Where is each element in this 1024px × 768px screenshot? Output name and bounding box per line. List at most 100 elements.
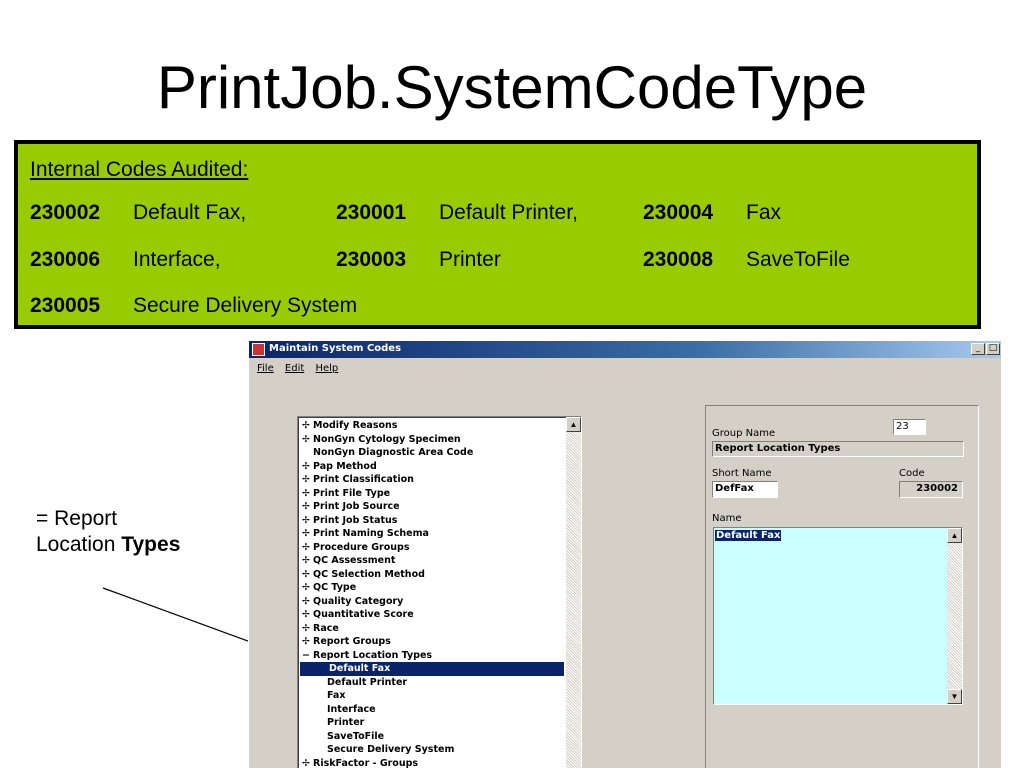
name-selected-text: Default Fax <box>715 530 782 541</box>
tree-item[interactable]: Default Printer <box>298 676 564 690</box>
expand-icon[interactable]: ✢ <box>302 635 313 649</box>
expand-icon[interactable]: ✢ <box>302 568 313 582</box>
tree-list: ✢ Modify Reasons ✢ NonGyn Cytology Specimen… <box>298 419 564 768</box>
tree-item[interactable]: ✢ Print Naming Schema <box>298 527 564 541</box>
tree-item[interactable]: ✢ QC Selection Method <box>298 568 564 582</box>
code-label: SaveToFile <box>746 248 850 271</box>
tree-item-label: Secure Delivery System <box>327 744 455 755</box>
tree-item-label: Default Printer <box>327 676 408 688</box>
tree-item[interactable]: SaveToFile <box>298 730 564 744</box>
expand-icon[interactable]: ✢ <box>302 541 313 555</box>
code-entry: 230006 Interface, <box>30 248 221 272</box>
expand-icon[interactable]: ✢ <box>302 622 313 636</box>
group-id-field[interactable]: 23 <box>893 419 926 435</box>
tree-item-label: Interface <box>327 703 376 715</box>
expand-icon[interactable]: ✢ <box>302 473 313 487</box>
codes-heading: Internal Codes Audited: <box>30 158 249 181</box>
expand-icon[interactable]: ✢ <box>302 581 313 595</box>
tree-item-label: Fax <box>327 690 346 701</box>
tree-item[interactable]: ✢ Procedure Groups <box>298 541 564 555</box>
tree-item[interactable]: ✢ QC Assessment <box>298 554 564 568</box>
group-name-field[interactable]: Report Location Types <box>712 441 964 457</box>
tree-item[interactable]: ✢ Modify Reasons <box>298 419 564 433</box>
tree-item[interactable]: Interface <box>298 703 564 717</box>
name-scroll-down-button[interactable]: ▼ <box>947 689 962 704</box>
system-code-tree[interactable]: ✢ Modify Reasons ✢ NonGyn Cytology Specimen… <box>297 416 582 768</box>
expand-icon[interactable]: ✢ <box>302 419 313 433</box>
tree-item[interactable]: ✢ Race <box>298 622 564 636</box>
tree-item-label: RiskFactor - Groups <box>313 757 419 768</box>
short-name-input[interactable]: DefFax <box>712 481 778 498</box>
expand-icon[interactable]: ✢ <box>302 608 313 622</box>
code-label: Interface, <box>133 248 221 271</box>
expand-icon[interactable]: ✢ <box>302 500 313 514</box>
tree-item[interactable]: Printer <box>298 716 564 730</box>
tree-item-label: QC Type <box>313 582 357 593</box>
tree-item[interactable]: ✢ Print Job Status <box>298 514 564 528</box>
tree-item[interactable]: ✢ Print Job Source <box>298 500 564 514</box>
tree-item-label: Report Groups <box>313 636 391 647</box>
tree-item-label: QC Assessment <box>313 555 396 566</box>
tree-item[interactable]: NonGyn Diagnostic Area Code <box>298 446 564 460</box>
expand-icon[interactable]: ✢ <box>302 527 313 541</box>
tree-item[interactable]: Fax <box>298 689 564 703</box>
group-name-label: Group Name <box>712 428 776 439</box>
tree-item[interactable]: − Report Location Types <box>298 649 564 663</box>
expand-icon[interactable]: ✢ <box>302 554 313 568</box>
code-entry: 230001 Default Printer, <box>336 201 578 225</box>
tree-item[interactable]: ✢ Report Groups <box>298 635 564 649</box>
code-entry: 230004 Fax <box>643 201 781 225</box>
tree-item[interactable]: ✢ Print Classification <box>298 473 564 487</box>
expand-icon[interactable]: ✢ <box>302 433 313 447</box>
code-label: Default Printer, <box>439 201 578 224</box>
tree-item-label: NonGyn Cytology Specimen <box>313 433 461 445</box>
tree-item-label: NonGyn Diagnostic Area Code <box>313 447 474 458</box>
tree-item[interactable]: ✢ RiskFactor - Groups <box>298 757 564 768</box>
tree-item-label: Printer <box>327 717 365 728</box>
tree-item[interactable]: ✢ Print File Type <box>298 487 564 501</box>
tree-item[interactable]: Secure Delivery System <box>298 743 564 757</box>
menu-help[interactable]: Help <box>315 363 338 374</box>
window-titlebar[interactable]: Maintain System Codes _ □ <box>249 341 1001 358</box>
annotation-line2: Location Types <box>36 532 180 558</box>
collapse-icon[interactable]: − <box>302 649 313 663</box>
code-number: 230008 <box>643 248 714 271</box>
tree-item-label: Print File Type <box>313 487 391 499</box>
tree-item[interactable]: Default Fax <box>300 662 564 676</box>
tree-item[interactable]: ✢ QC Type <box>298 581 564 595</box>
tree-item-label: QC Selection Method <box>313 568 425 580</box>
tree-scrollbar[interactable]: ▲ <box>566 417 581 768</box>
expand-icon[interactable]: ✢ <box>302 487 313 501</box>
tree-item-label: Procedure Groups <box>313 541 410 553</box>
code-entry: 230002 Default Fax, <box>30 201 246 225</box>
expand-icon[interactable]: ✢ <box>302 757 313 768</box>
annotation-line1: = Report <box>36 507 118 530</box>
expand-icon[interactable]: ✢ <box>302 595 313 609</box>
tree-item[interactable]: ✢ NonGyn Cytology Specimen <box>298 433 564 447</box>
code-label: Secure Delivery System <box>133 294 358 317</box>
code-label: Printer <box>439 248 501 271</box>
window-title: Maintain System Codes <box>269 343 402 354</box>
scroll-up-button[interactable]: ▲ <box>566 417 581 432</box>
tree-item[interactable]: ✢ Quantitative Score <box>298 608 564 622</box>
expand-icon[interactable]: ✢ <box>302 514 313 528</box>
name-textarea[interactable]: Default Fax ▲ ▼ <box>713 527 963 705</box>
menu-edit[interactable]: Edit <box>285 363 304 374</box>
maximize-button[interactable]: □ <box>986 343 1000 355</box>
menu-file[interactable]: File <box>257 363 274 374</box>
tree-item[interactable]: ✢ Quality Category <box>298 595 564 609</box>
code-entry: 230008 SaveToFile <box>643 248 850 272</box>
expand-icon[interactable]: ✢ <box>302 460 313 474</box>
tree-item-label: Report Location Types <box>313 649 433 661</box>
tree-item-label: Print Classification <box>313 474 414 485</box>
code-label: Code <box>899 468 925 479</box>
code-label: Default Fax, <box>133 201 247 224</box>
tree-item-label: Print Job Status <box>313 514 398 526</box>
minimize-button[interactable]: _ <box>971 343 985 355</box>
short-name-label: Short Name <box>712 468 772 479</box>
name-scroll-up-button[interactable]: ▲ <box>947 528 962 543</box>
tree-item[interactable]: ✢ Pap Method <box>298 460 564 474</box>
tree-item-label: Quantitative Score <box>313 609 414 620</box>
code-field[interactable]: 230002 <box>899 481 963 498</box>
name-scrollbar[interactable]: ▲ ▼ <box>947 528 962 704</box>
